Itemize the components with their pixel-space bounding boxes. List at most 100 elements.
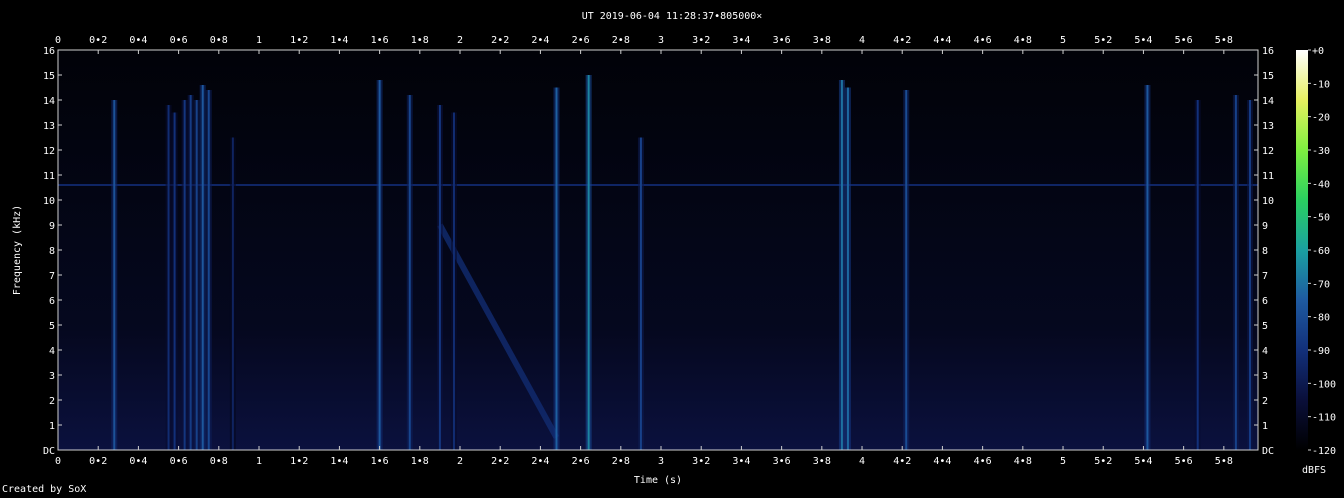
y-tick-label: 5 <box>49 321 55 332</box>
x-tick-label: 3•2 <box>692 456 710 467</box>
y-tick-label: 10 <box>1262 196 1274 207</box>
y-tick-label: 9 <box>49 221 55 232</box>
y-tick-label: 14 <box>1262 96 1274 107</box>
y-axis-label: Frequency (kHz) <box>12 205 23 295</box>
x-tick-label: 0•2 <box>89 35 107 46</box>
colorbar: +0 -10 -20 -30 -40 -50 -60 -70 -80 -90 -100 -110 -12… <box>1296 46 1336 457</box>
x-tick-label: 3•8 <box>813 456 831 467</box>
y-tick-label: 2 <box>49 396 55 407</box>
x-tick-label: 4•4 <box>933 35 951 46</box>
colorbar-tick-label: -90 <box>1312 346 1330 357</box>
x-tick-label: 0 <box>55 456 61 467</box>
x-tick-label: 4•2 <box>893 35 911 46</box>
x-tick-label: 3 <box>658 35 664 46</box>
x-tick-label: 0•4 <box>129 456 147 467</box>
x-tick-label: 5•4 <box>1134 456 1152 467</box>
y-tick-label: 13 <box>1262 121 1274 132</box>
x-tick-label: 4•6 <box>974 456 992 467</box>
x-tick-label: 2•8 <box>612 456 630 467</box>
colorbar-tick-label: -30 <box>1312 146 1330 157</box>
colorbar-tick-label: +0 <box>1312 46 1324 57</box>
x-tick-label: 0•4 <box>129 35 147 46</box>
x-tick-label: 1•8 <box>411 456 429 467</box>
x-tick-label: 5•2 <box>1094 456 1112 467</box>
x-tick-label: 5•2 <box>1094 35 1112 46</box>
y-tick-label: 2 <box>1262 396 1268 407</box>
y-tick-label: 4 <box>49 346 55 357</box>
chart-title: UT 2019-06-04 11:28:37•805000× <box>582 11 763 22</box>
x-tick-label: 4•8 <box>1014 456 1032 467</box>
x-tick-label: 3•6 <box>773 35 791 46</box>
colorbar-tick-label: -40 <box>1312 179 1330 190</box>
x-tick-label: 1•2 <box>290 35 308 46</box>
x-tick-label: 0•2 <box>89 456 107 467</box>
colorbar-tick-label: -10 <box>1312 79 1330 90</box>
x-tick-label: 0•6 <box>170 35 188 46</box>
x-tick-label: 3•2 <box>692 35 710 46</box>
x-tick-label: 0•8 <box>210 456 228 467</box>
y-tick-label: 15 <box>1262 71 1274 82</box>
x-axis-label: Time (s) <box>634 475 682 486</box>
x-tick-label: 5 <box>1060 35 1066 46</box>
x-tick-label: 2•6 <box>572 456 590 467</box>
x-tick-label: 1 <box>256 456 262 467</box>
x-tick-label: 1 <box>256 35 262 46</box>
y-tick-label: 12 <box>1262 146 1274 157</box>
y-tick-label: 3 <box>1262 371 1268 382</box>
colorbar-tick-label: -80 <box>1312 313 1330 324</box>
x-tick-label: 2•6 <box>572 35 590 46</box>
x-tick-label: 5•8 <box>1215 35 1233 46</box>
spectrogram-chart: UT 2019-06-04 11:28:37•805000× Frequency… <box>12 11 1336 486</box>
x-tick-label: 1•2 <box>290 456 308 467</box>
colorbar-tick-label: -20 <box>1312 113 1330 124</box>
colorbar-tick-label: -60 <box>1312 246 1330 257</box>
y-tick-label: 8 <box>1262 246 1268 257</box>
y-tick-label: 3 <box>49 371 55 382</box>
x-tick-label: 1•6 <box>371 35 389 46</box>
x-tick-label: 4•2 <box>893 456 911 467</box>
x-tick-label: 0•8 <box>210 35 228 46</box>
colorbar-tick-label: -50 <box>1312 213 1330 224</box>
y-tick-label: 5 <box>1262 321 1268 332</box>
x-tick-label: 1•8 <box>411 35 429 46</box>
x-tick-label: 1•4 <box>330 35 348 46</box>
x-tick-label: 3•8 <box>813 35 831 46</box>
x-tick-label: 2•8 <box>612 35 630 46</box>
x-tick-label: 4•8 <box>1014 35 1032 46</box>
x-tick-label: 2 <box>457 35 463 46</box>
y-tick-label: 11 <box>43 171 55 182</box>
x-tick-label: 5•6 <box>1175 456 1193 467</box>
x-tick-label: 4•4 <box>933 456 951 467</box>
y-tick-label: 9 <box>1262 221 1268 232</box>
x-tick-label: 5 <box>1060 456 1066 467</box>
y-tick-label: 11 <box>1262 171 1274 182</box>
x-tick-label: 1•6 <box>371 456 389 467</box>
credit-text: Created by SoX <box>2 484 87 495</box>
x-tick-label: 4 <box>859 456 865 467</box>
y-tick-label: 1 <box>49 421 55 432</box>
y-tick-label: 14 <box>43 96 55 107</box>
x-tick-label: 5•4 <box>1134 35 1152 46</box>
y-tick-label: 12 <box>43 146 55 157</box>
spectrogram-background <box>58 50 1258 450</box>
y-tick-label: 6 <box>49 296 55 307</box>
spectrogram-plot <box>58 50 1258 450</box>
colorbar-tick-label: -110 <box>1312 413 1336 424</box>
y-tick-label: 8 <box>49 246 55 257</box>
colorbar-scale <box>1296 50 1308 450</box>
x-tick-label: 3•4 <box>732 456 750 467</box>
x-tick-label: 4 <box>859 35 865 46</box>
x-tick-label: 4•6 <box>974 35 992 46</box>
x-tick-label: 5•8 <box>1215 456 1233 467</box>
colorbar-tick-label: -120 <box>1312 446 1336 457</box>
x-tick-label: 2•4 <box>531 35 549 46</box>
x-tick-label: 3•4 <box>732 35 750 46</box>
x-tick-label: 2 <box>457 456 463 467</box>
colorbar-tick-label: -70 <box>1312 279 1330 290</box>
y-tick-label: 6 <box>1262 296 1268 307</box>
y-tick-label: DC <box>1262 446 1274 457</box>
y-tick-label: 16 <box>43 46 55 57</box>
y-tick-label: 4 <box>1262 346 1268 357</box>
colorbar-tick-label: -100 <box>1312 379 1336 390</box>
y-tick-label: 13 <box>43 121 55 132</box>
